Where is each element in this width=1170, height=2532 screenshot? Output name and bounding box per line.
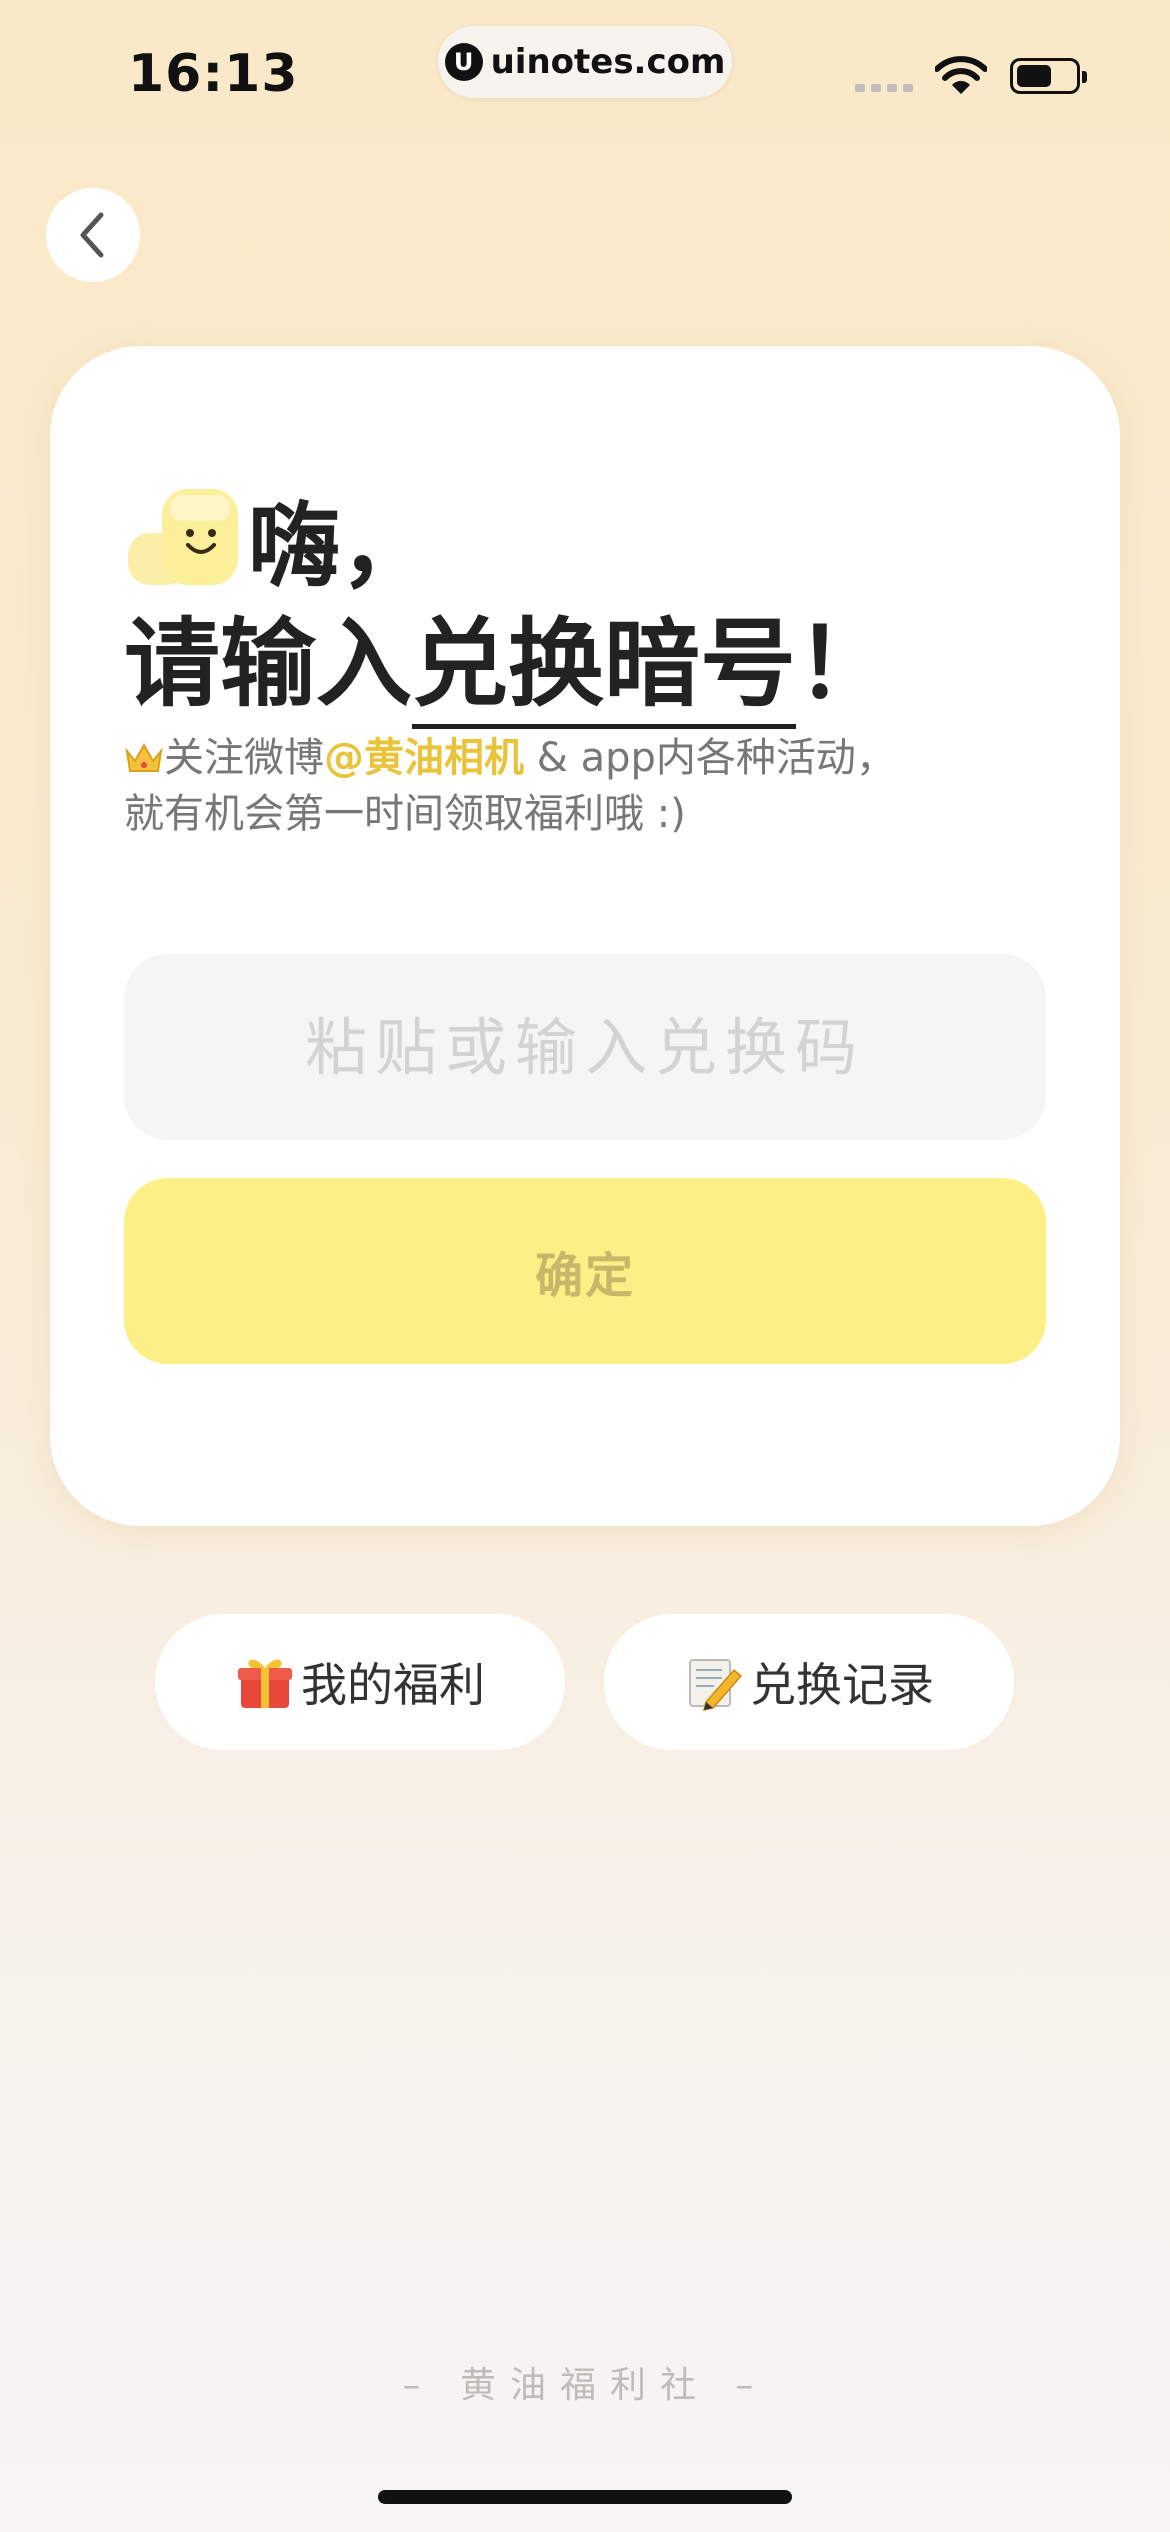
- home-indicator[interactable]: [378, 2490, 792, 2504]
- chevron-left-icon: [80, 212, 104, 258]
- url-text: uinotes.com: [490, 42, 726, 82]
- title-suffix: ！: [796, 608, 892, 720]
- cellular-signal-icon: [855, 84, 913, 92]
- wifi-icon: [935, 56, 987, 94]
- gift-icon: [238, 1659, 292, 1708]
- weibo-account-link[interactable]: @黄油相机: [324, 735, 524, 781]
- crown-icon: [125, 742, 163, 772]
- page-title: 请输入兑换暗号！: [124, 586, 892, 729]
- back-button[interactable]: [46, 188, 140, 282]
- subtitle-suffix: & app内各种活动，: [524, 735, 896, 781]
- my-benefits-label: 我的福利: [301, 1658, 485, 1712]
- my-benefits-button[interactable]: 我的福利: [155, 1614, 565, 1750]
- redeem-history-button[interactable]: 兑换记录: [604, 1614, 1014, 1750]
- confirm-button[interactable]: 确定: [124, 1178, 1046, 1364]
- status-time: 16:13: [128, 44, 299, 104]
- subtitle-prefix: 关注微博: [164, 735, 324, 781]
- promo-description: 关注微博@黄油相机 & app内各种活动， 就有机会第一时间领取福利哦 :): [124, 730, 896, 842]
- butter-mascot-icon: [128, 488, 238, 585]
- redeem-code-input[interactable]: [124, 954, 1046, 1140]
- title-emphasis: 兑换暗号: [412, 608, 796, 729]
- battery-icon: [1010, 58, 1087, 94]
- url-pill[interactable]: U uinotes.com: [438, 26, 732, 98]
- site-logo-icon: U: [444, 43, 483, 81]
- redeem-card: 嗨， 请输入兑换暗号！ 关注微博@黄油相机 & app内各种活动， 就有机会第一…: [50, 346, 1120, 1526]
- title-prefix: 请输入: [124, 608, 412, 720]
- status-bar: 16:13 U uinotes.com: [0, 0, 1170, 150]
- footer-brand: – 黄油福利社 –: [402, 2365, 768, 2406]
- subtitle-line2: 就有机会第一时间领取福利哦 :): [124, 791, 686, 837]
- memo-pencil-icon: [689, 1659, 743, 1711]
- redeem-history-label: 兑换记录: [750, 1658, 934, 1712]
